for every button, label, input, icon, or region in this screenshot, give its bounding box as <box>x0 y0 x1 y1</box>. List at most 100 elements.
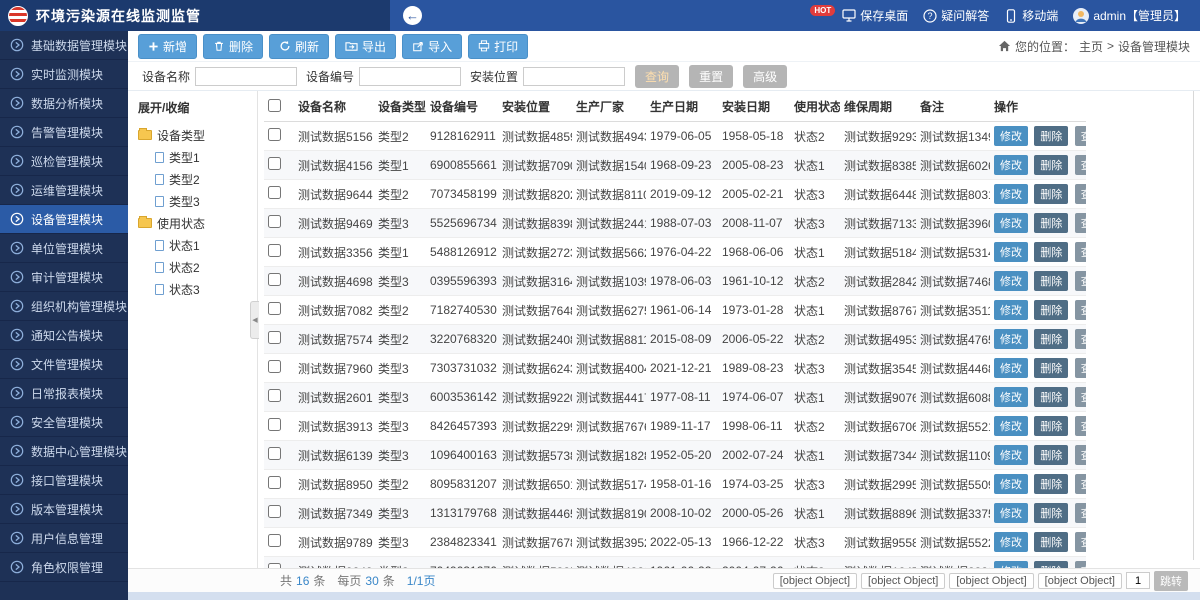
edit-button[interactable]: 修改 <box>994 561 1028 568</box>
view-button[interactable]: 查看 <box>1075 416 1086 436</box>
pagination-button[interactable]: [object Object] <box>773 573 857 589</box>
tree-node[interactable]: 设备类型 <box>138 124 257 146</box>
row-checkbox[interactable] <box>268 418 281 431</box>
install-location-input[interactable] <box>523 67 625 86</box>
add-button[interactable]: 新增 <box>138 34 197 59</box>
row-checkbox[interactable] <box>268 244 281 257</box>
row-checkbox[interactable] <box>268 186 281 199</box>
sidebar-item[interactable]: 巡检管理模块 <box>0 147 128 176</box>
view-button[interactable]: 查看 <box>1075 445 1086 465</box>
mobile-link[interactable]: 移动端 <box>1004 7 1058 24</box>
tree-expand-toggle[interactable]: 展开/收缩 <box>138 99 257 116</box>
row-checkbox[interactable] <box>268 360 281 373</box>
edit-button[interactable]: 修改 <box>994 358 1028 378</box>
row-delete-button[interactable]: 删除 <box>1034 387 1068 407</box>
view-button[interactable]: 查看 <box>1075 300 1086 320</box>
import-button[interactable]: 导入 <box>402 34 462 59</box>
view-button[interactable]: 查看 <box>1075 213 1086 233</box>
user-menu[interactable]: admin【管理员】 <box>1073 7 1186 24</box>
tree-node[interactable]: 类型3 <box>155 190 257 212</box>
reset-button[interactable]: 重置 <box>689 65 733 88</box>
view-button[interactable]: 查看 <box>1075 358 1086 378</box>
page-jump-button[interactable]: 跳转 <box>1154 571 1188 591</box>
edit-button[interactable]: 修改 <box>994 271 1028 291</box>
sidebar-item[interactable]: 接口管理模块 <box>0 466 128 495</box>
refresh-button[interactable]: 刷新 <box>269 34 329 59</box>
qa-link[interactable]: ? 疑问解答 <box>923 7 989 24</box>
tree-node[interactable]: 状态1 <box>155 234 257 256</box>
row-checkbox[interactable] <box>268 476 281 489</box>
edit-button[interactable]: 修改 <box>994 300 1028 320</box>
view-button[interactable]: 查看 <box>1075 387 1086 407</box>
row-checkbox[interactable] <box>268 447 281 460</box>
edit-button[interactable]: 修改 <box>994 213 1028 233</box>
sidebar-item[interactable]: 数据中心管理模块 <box>0 437 128 466</box>
tree-node[interactable]: 状态3 <box>155 278 257 300</box>
back-arrow-icon[interactable]: ← <box>403 6 422 25</box>
row-delete-button[interactable]: 删除 <box>1034 242 1068 262</box>
tree-node[interactable]: 使用状态 <box>138 212 257 234</box>
view-button[interactable]: 查看 <box>1075 242 1086 262</box>
row-delete-button[interactable]: 删除 <box>1034 358 1068 378</box>
row-checkbox[interactable] <box>268 505 281 518</box>
sidebar-item[interactable]: 用户信息管理 <box>0 524 128 553</box>
row-delete-button[interactable]: 删除 <box>1034 300 1068 320</box>
row-delete-button[interactable]: 删除 <box>1034 213 1068 233</box>
edit-button[interactable]: 修改 <box>994 474 1028 494</box>
view-button[interactable]: 查看 <box>1075 155 1086 175</box>
view-button[interactable]: 查看 <box>1075 474 1086 494</box>
row-delete-button[interactable]: 删除 <box>1034 503 1068 523</box>
edit-button[interactable]: 修改 <box>994 329 1028 349</box>
row-delete-button[interactable]: 删除 <box>1034 271 1068 291</box>
row-checkbox[interactable] <box>268 389 281 402</box>
view-button[interactable]: 查看 <box>1075 561 1086 568</box>
sidebar-item[interactable]: 数据分析模块 <box>0 89 128 118</box>
select-all-checkbox[interactable] <box>268 99 281 112</box>
view-button[interactable]: 查看 <box>1075 329 1086 349</box>
row-checkbox[interactable] <box>268 128 281 141</box>
sidebar-item[interactable]: 安全管理模块 <box>0 408 128 437</box>
tree-node[interactable]: 类型2 <box>155 168 257 190</box>
row-delete-button[interactable]: 删除 <box>1034 474 1068 494</box>
view-button[interactable]: 查看 <box>1075 184 1086 204</box>
sidebar-item[interactable]: 单位管理模块 <box>0 234 128 263</box>
sidebar-item[interactable]: 运维管理模块 <box>0 176 128 205</box>
edit-button[interactable]: 修改 <box>994 126 1028 146</box>
row-checkbox[interactable] <box>268 215 281 228</box>
edit-button[interactable]: 修改 <box>994 532 1028 552</box>
edit-button[interactable]: 修改 <box>994 416 1028 436</box>
row-delete-button[interactable]: 删除 <box>1034 561 1068 568</box>
row-delete-button[interactable]: 删除 <box>1034 532 1068 552</box>
sidebar-item[interactable]: 文件管理模块 <box>0 350 128 379</box>
edit-button[interactable]: 修改 <box>994 387 1028 407</box>
row-checkbox[interactable] <box>268 302 281 315</box>
pagination-button[interactable]: [object Object] <box>1038 573 1122 589</box>
row-delete-button[interactable]: 删除 <box>1034 184 1068 204</box>
sidebar-item[interactable]: 角色权限管理 <box>0 553 128 582</box>
breadcrumb-home[interactable]: 主页 <box>1079 38 1103 55</box>
edit-button[interactable]: 修改 <box>994 242 1028 262</box>
search-button[interactable]: 查询 <box>635 65 679 88</box>
sidebar-item[interactable]: 基础数据管理模块 <box>0 31 128 60</box>
sidebar-item[interactable]: 通知公告模块 <box>0 321 128 350</box>
view-button[interactable]: 查看 <box>1075 126 1086 146</box>
sidebar-item[interactable]: 版本管理模块 <box>0 495 128 524</box>
row-delete-button[interactable]: 删除 <box>1034 445 1068 465</box>
sidebar-item[interactable]: 组织机构管理模块 <box>0 292 128 321</box>
row-delete-button[interactable]: 删除 <box>1034 155 1068 175</box>
sidebar-item[interactable]: 审计管理模块 <box>0 263 128 292</box>
sidebar-item[interactable]: 日常报表模块 <box>0 379 128 408</box>
edit-button[interactable]: 修改 <box>994 445 1028 465</box>
row-checkbox[interactable] <box>268 273 281 286</box>
view-button[interactable]: 查看 <box>1075 271 1086 291</box>
pagination-button[interactable]: [object Object] <box>949 573 1033 589</box>
advanced-button[interactable]: 高级 <box>743 65 787 88</box>
save-desktop-link[interactable]: 保存桌面 <box>842 7 908 24</box>
delete-button[interactable]: 删除 <box>203 34 263 59</box>
pagination-button[interactable]: [object Object] <box>861 573 945 589</box>
sidebar-item[interactable]: 告警管理模块 <box>0 118 128 147</box>
sidebar-item[interactable]: 设备管理模块 <box>0 205 128 234</box>
collapse-handle-icon[interactable]: ◀ <box>250 301 259 339</box>
print-button[interactable]: 打印 <box>468 34 528 59</box>
row-delete-button[interactable]: 删除 <box>1034 416 1068 436</box>
